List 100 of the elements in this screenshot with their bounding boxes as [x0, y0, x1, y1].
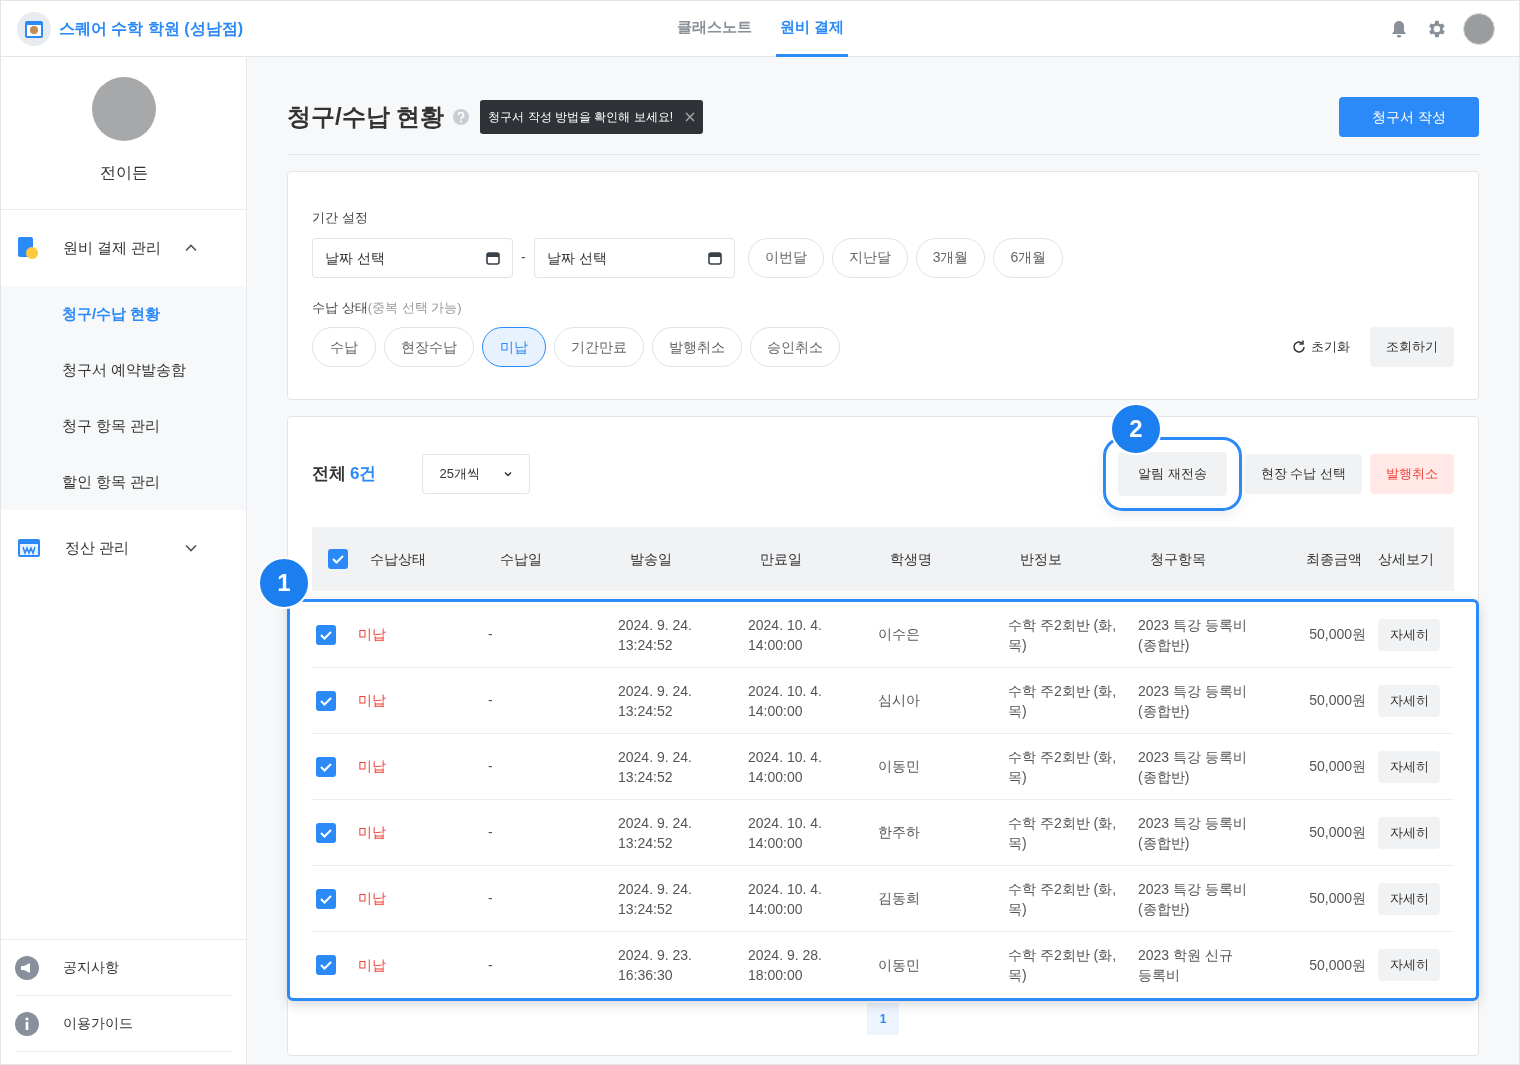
refresh-icon: [1291, 339, 1307, 355]
column-header: 수납일: [499, 549, 543, 569]
sidebar-footer-label: 이용가이드: [63, 1014, 133, 1033]
table-cell-text: 수학 주2회반 (화, 목): [1008, 813, 1118, 853]
table-cell-text: 한주하: [878, 823, 921, 842]
logo-icon: [17, 11, 51, 46]
profile-name: 전이든: [99, 163, 148, 183]
won-card-icon: [17, 537, 41, 559]
status-cell-text: 미납: [358, 889, 387, 908]
table-cell-text: 수학 주2회반 (화, 목): [1008, 615, 1118, 655]
table-cell-text: -: [488, 889, 494, 908]
detail-button[interactable]: 자세히: [1378, 618, 1440, 651]
column-header: 청구항목: [1149, 549, 1207, 569]
table-cell-text: 2024. 10. 4. 14:00:00: [748, 681, 823, 721]
status-label: 수납 상태(중복 선택 가능): [312, 298, 463, 317]
sidebar-group-label: 원비 결제 관리: [63, 237, 163, 258]
table-cell-text: 2024. 10. 4. 14:00:00: [748, 879, 823, 919]
calendar-icon: [486, 250, 500, 265]
table-cell-text: 50,000원: [1308, 889, 1367, 908]
sidebar-item[interactable]: 청구 항목 관리: [1, 398, 246, 454]
total-label: 전체: [312, 463, 346, 486]
date-field[interactable]: 날짜 선택: [312, 237, 513, 278]
table-cell-text: 심시아: [878, 691, 921, 710]
select-all-checkbox[interactable]: [328, 549, 348, 569]
row-checkbox[interactable]: [316, 822, 336, 843]
search-button[interactable]: 조회하기: [1370, 327, 1454, 367]
academy-name: 스퀘어 수학 학원 (성남점): [59, 18, 243, 39]
notification-bell-icon: [1389, 18, 1409, 39]
table-cell-text: 2023 특강 등록비 (종합반): [1138, 879, 1248, 919]
sidebar-group-header[interactable]: 원비 결제 관리: [1, 210, 246, 286]
table-cell-text: 이수은: [878, 625, 921, 644]
reset-button[interactable]: 초기화: [1279, 327, 1362, 367]
row-checkbox[interactable]: [316, 955, 336, 975]
info-icon: [15, 1011, 39, 1036]
column-header: 학생명: [889, 549, 933, 569]
row-checkbox[interactable]: [316, 756, 336, 777]
detail-button[interactable]: 자세히: [1378, 949, 1440, 981]
table-cell-text: 2024. 9. 28. 18:00:00: [748, 946, 823, 985]
status-cell-text: 미납: [358, 757, 387, 776]
table-cell-text: 2024. 9. 24. 13:24:52: [618, 615, 693, 655]
action-button[interactable]: 현장 수납 선택: [1244, 454, 1362, 494]
status-cell-text: 미납: [358, 823, 387, 842]
table-cell-text: 2023 특강 등록비 (종합반): [1138, 615, 1248, 655]
sidebar-item[interactable]: 할인 항목 관리: [1, 454, 246, 510]
table-cell-text: 50,000원: [1308, 691, 1367, 710]
detail-button[interactable]: 자세히: [1378, 816, 1440, 849]
detail-button[interactable]: 자세히: [1378, 882, 1440, 915]
row-checkbox[interactable]: [316, 624, 336, 645]
table-cell-text: 50,000원: [1308, 823, 1367, 842]
wallet-icon: [17, 236, 39, 260]
sidebar-footer-label: 공지사항: [63, 958, 119, 977]
table-cell-text: 2023 학원 신규 등록비: [1138, 946, 1234, 985]
detail-button[interactable]: 자세히: [1378, 684, 1440, 717]
table-cell-text: 수학 주2회반 (화, 목): [1008, 681, 1118, 721]
table-cell-text: -: [488, 625, 494, 644]
sidebar-footer-item[interactable]: 공지사항: [15, 940, 232, 996]
page-size-select[interactable]: 25개씩: [422, 454, 531, 494]
column-header: 반정보: [1019, 549, 1063, 569]
table-cell-text: 이동민: [878, 955, 921, 975]
table-cell-text: 50,000원: [1308, 955, 1367, 975]
table-cell-text: 2024. 9. 23. 16:36:30: [618, 946, 693, 985]
annotation-badge: 2: [1110, 403, 1162, 455]
table-cell-text: 2024. 9. 24. 13:24:52: [618, 747, 693, 787]
column-header: 최종금액: [1305, 549, 1363, 569]
table-cell-text: 수학 주2회반 (화, 목): [1008, 747, 1118, 787]
table-cell-text: 2024. 9. 24. 13:24:52: [618, 681, 693, 721]
table-cell-text: 50,000원: [1308, 757, 1367, 776]
table-cell-text: 2023 특강 등록비 (종합반): [1138, 747, 1248, 787]
table-cell-text: 2024. 10. 4. 14:00:00: [748, 615, 823, 655]
table-cell-text: 수학 주2회반 (화, 목): [1008, 879, 1118, 919]
sidebar-group-label: 정산 관리: [65, 537, 131, 558]
detail-button[interactable]: 자세히: [1378, 750, 1440, 783]
table-cell-text: -: [488, 691, 494, 710]
table-cell-text: 2024. 10. 4. 14:00:00: [748, 747, 823, 787]
close-icon: [685, 112, 695, 122]
table-cell-text: 2024. 9. 24. 13:24:52: [618, 813, 693, 853]
row-checkbox[interactable]: [316, 888, 336, 909]
date-separator: -: [521, 248, 526, 267]
column-header: 만료일: [759, 549, 803, 569]
sidebar-item[interactable]: 청구서 예약발송함: [1, 342, 246, 398]
sidebar-footer-item[interactable]: 이용가이드: [15, 996, 232, 1052]
table-cell-text: 수학 주2회반 (화, 목): [1008, 946, 1118, 985]
status-cell-text: 미납: [358, 625, 387, 644]
period-label: 기간 설정: [312, 209, 369, 227]
avatar-photo-placeholder[interactable]: [1463, 12, 1495, 45]
table-cell-text: 이동민: [878, 757, 921, 776]
tooltip-text: 청구서 작성 방법을 확인해 보세요!: [488, 109, 673, 126]
status-cell-text: 미납: [358, 691, 387, 710]
calendar-icon: [707, 250, 722, 265]
table-cell-text: 김동희: [878, 889, 921, 908]
column-header: 상세보기: [1378, 549, 1435, 569]
table-cell-text: 2024. 10. 4. 14:00:00: [748, 813, 823, 853]
megaphone-icon: [15, 955, 39, 980]
help-icon: [452, 108, 471, 126]
table-cell-text: 2023 특강 등록비 (종합반): [1138, 813, 1248, 853]
row-checkbox[interactable]: [316, 690, 336, 711]
table-cell-text: 50,000원: [1308, 625, 1367, 644]
table-cell-text: -: [488, 955, 494, 975]
date-field[interactable]: 날짜 선택: [533, 237, 735, 278]
chevron-down-icon: [503, 469, 514, 479]
